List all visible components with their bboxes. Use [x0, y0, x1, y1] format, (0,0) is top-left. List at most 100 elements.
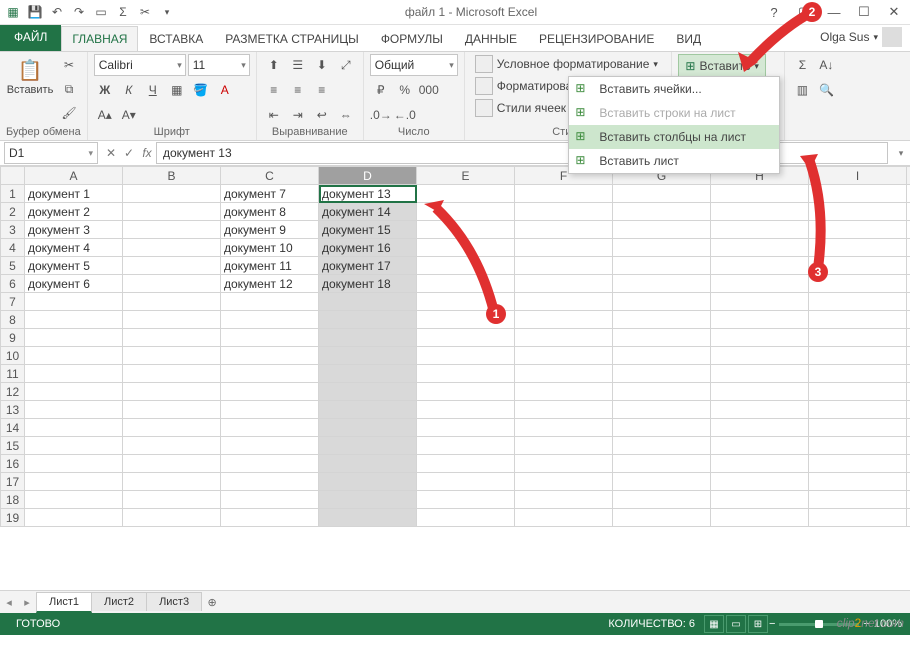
cell-I14[interactable]: [809, 419, 907, 437]
cell-A14[interactable]: [25, 419, 123, 437]
font-size-combo[interactable]: 11: [188, 54, 250, 76]
select-all-corner[interactable]: [1, 167, 25, 185]
cell-I1[interactable]: [809, 185, 907, 203]
cell-C3[interactable]: документ 9: [221, 221, 319, 239]
cell-E12[interactable]: [417, 383, 515, 401]
cell-G2[interactable]: [613, 203, 711, 221]
cell-F5[interactable]: [515, 257, 613, 275]
orientation-button[interactable]: ⤢: [335, 54, 357, 76]
cell-B8[interactable]: [123, 311, 221, 329]
cell-A11[interactable]: [25, 365, 123, 383]
align-right-button[interactable]: ≡: [311, 79, 333, 101]
decrease-indent-button[interactable]: ⇤: [263, 104, 285, 126]
cell-J2[interactable]: [907, 203, 910, 221]
cell-F11[interactable]: [515, 365, 613, 383]
cell-E19[interactable]: [417, 509, 515, 527]
cell-F1[interactable]: [515, 185, 613, 203]
cell-F16[interactable]: [515, 455, 613, 473]
cell-H17[interactable]: [711, 473, 809, 491]
row-header-1[interactable]: 1: [1, 185, 25, 203]
cell-D18[interactable]: [319, 491, 417, 509]
cell-A4[interactable]: документ 4: [25, 239, 123, 257]
cell-E15[interactable]: [417, 437, 515, 455]
currency-button[interactable]: ₽: [370, 79, 392, 101]
cell-A5[interactable]: документ 5: [25, 257, 123, 275]
row-header-3[interactable]: 3: [1, 221, 25, 239]
cell-C18[interactable]: [221, 491, 319, 509]
row-header-2[interactable]: 2: [1, 203, 25, 221]
cell-A13[interactable]: [25, 401, 123, 419]
cell-J6[interactable]: [907, 275, 910, 293]
menu-item[interactable]: ⊞Вставить лист: [569, 149, 779, 173]
cell-H15[interactable]: [711, 437, 809, 455]
cell-G9[interactable]: [613, 329, 711, 347]
qat-more-icon[interactable]: ▾: [158, 3, 176, 21]
cell-G18[interactable]: [613, 491, 711, 509]
cell-C17[interactable]: [221, 473, 319, 491]
cell-F7[interactable]: [515, 293, 613, 311]
paste-button[interactable]: 📋 Вставить: [6, 54, 54, 98]
cell-D16[interactable]: [319, 455, 417, 473]
ribbon-tab-вид[interactable]: ВИД: [665, 26, 712, 51]
cell-J15[interactable]: [907, 437, 910, 455]
cell-D10[interactable]: [319, 347, 417, 365]
view-page-break-button[interactable]: ⊞: [748, 615, 768, 633]
cell-H4[interactable]: [711, 239, 809, 257]
minimize-icon[interactable]: ―: [822, 5, 846, 20]
align-left-button[interactable]: ≡: [263, 79, 285, 101]
cell-D15[interactable]: [319, 437, 417, 455]
help-icon[interactable]: ?: [762, 5, 786, 20]
cell-A1[interactable]: документ 1: [25, 185, 123, 203]
cell-A19[interactable]: [25, 509, 123, 527]
merge-button[interactable]: ⇔: [335, 104, 357, 126]
menu-item[interactable]: ⊞Вставить столбцы на лист: [569, 125, 779, 149]
cell-D6[interactable]: документ 18: [319, 275, 417, 293]
cell-J11[interactable]: [907, 365, 910, 383]
cell-F15[interactable]: [515, 437, 613, 455]
cell-C8[interactable]: [221, 311, 319, 329]
cell-J5[interactable]: [907, 257, 910, 275]
file-tab[interactable]: ФАЙЛ: [0, 25, 61, 51]
cell-J4[interactable]: [907, 239, 910, 257]
italic-button[interactable]: К: [118, 79, 140, 101]
row-header-14[interactable]: 14: [1, 419, 25, 437]
cell-D3[interactable]: документ 15: [319, 221, 417, 239]
cell-E4[interactable]: [417, 239, 515, 257]
row-header-19[interactable]: 19: [1, 509, 25, 527]
insert-split-button[interactable]: ⊞ Вставить ▾: [678, 54, 765, 78]
font-name-combo[interactable]: Calibri: [94, 54, 186, 76]
cell-C19[interactable]: [221, 509, 319, 527]
ribbon-tab-вставка[interactable]: ВСТАВКА: [138, 26, 214, 51]
cell-E2[interactable]: [417, 203, 515, 221]
user-account[interactable]: Olga Sus ▾: [812, 23, 910, 51]
cell-I12[interactable]: [809, 383, 907, 401]
cell-J8[interactable]: [907, 311, 910, 329]
fx-icon[interactable]: fx: [138, 146, 156, 160]
cell-E17[interactable]: [417, 473, 515, 491]
row-header-18[interactable]: 18: [1, 491, 25, 509]
cell-F14[interactable]: [515, 419, 613, 437]
cell-A8[interactable]: [25, 311, 123, 329]
cell-B6[interactable]: [123, 275, 221, 293]
cell-C13[interactable]: [221, 401, 319, 419]
cell-G10[interactable]: [613, 347, 711, 365]
cell-B5[interactable]: [123, 257, 221, 275]
cell-F19[interactable]: [515, 509, 613, 527]
cell-E16[interactable]: [417, 455, 515, 473]
cell-F3[interactable]: [515, 221, 613, 239]
row-header-15[interactable]: 15: [1, 437, 25, 455]
cell-A16[interactable]: [25, 455, 123, 473]
enter-icon[interactable]: ✓: [120, 146, 138, 160]
cell-C12[interactable]: [221, 383, 319, 401]
cell-I16[interactable]: [809, 455, 907, 473]
ribbon-tab-рецензирование[interactable]: РЕЦЕНЗИРОВАНИЕ: [528, 26, 665, 51]
cell-C10[interactable]: [221, 347, 319, 365]
fill-color-button[interactable]: 🪣: [190, 79, 212, 101]
cell-G5[interactable]: [613, 257, 711, 275]
cell-J19[interactable]: [907, 509, 910, 527]
cell-D12[interactable]: [319, 383, 417, 401]
sheet-tab[interactable]: Лист2: [91, 592, 147, 611]
cell-I19[interactable]: [809, 509, 907, 527]
cell-H1[interactable]: [711, 185, 809, 203]
cell-F10[interactable]: [515, 347, 613, 365]
